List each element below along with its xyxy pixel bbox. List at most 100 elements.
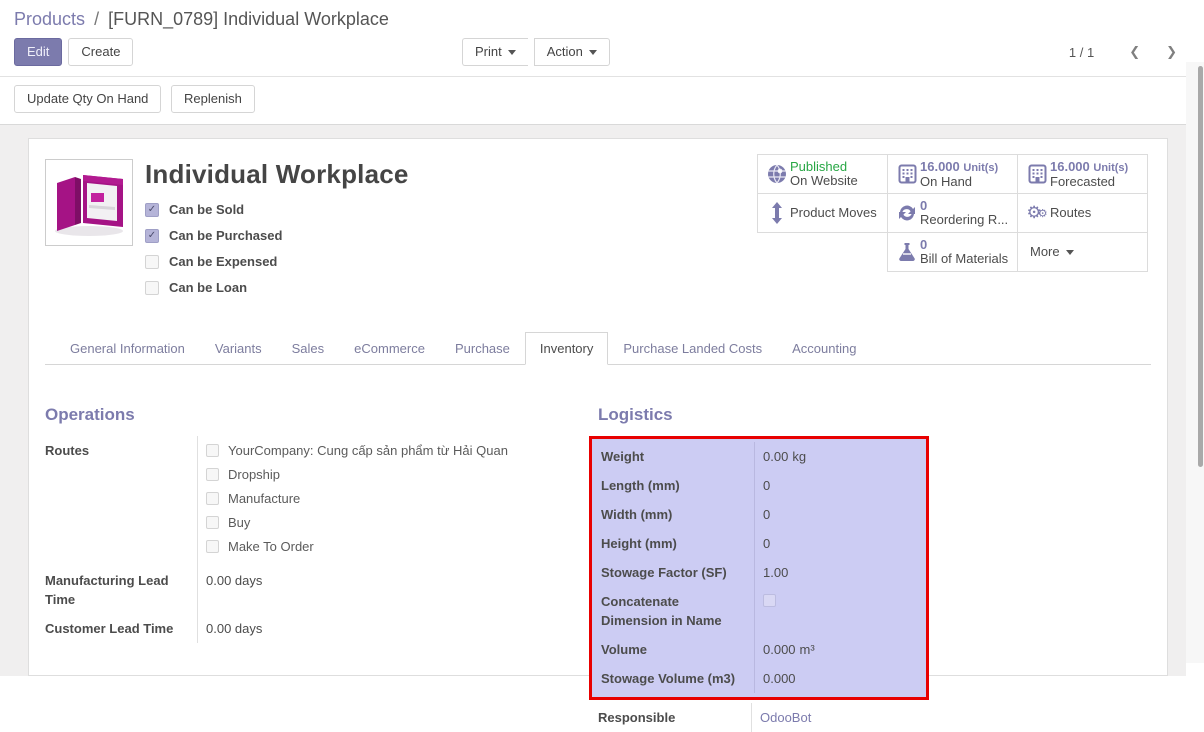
chevron-down-icon <box>1066 250 1074 255</box>
stat-on-website[interactable]: Published On Website <box>757 154 888 194</box>
pager-value: 1 / 1 <box>1069 45 1094 60</box>
product-image[interactable] <box>45 159 133 246</box>
width-field: Width (mm) 0 <box>592 500 926 529</box>
length-value: 0 <box>754 471 926 500</box>
can-be-loan-row: Can be Loan <box>145 280 758 295</box>
arrows-vertical-icon <box>764 202 790 224</box>
flag-label: Can be Loan <box>169 280 247 295</box>
control-panel: Products / [FURN_0789] Individual Workpl… <box>0 0 1204 125</box>
flag-label: Can be Sold <box>169 202 244 217</box>
breadcrumb-products-link[interactable]: Products <box>14 9 85 29</box>
manufacturing-lead-time-value: 0.00 days <box>197 566 598 614</box>
tab-ecommerce[interactable]: eCommerce <box>339 332 440 365</box>
stowage-volume-value: 0.000 <box>754 664 926 693</box>
create-button[interactable]: Create <box>68 38 133 66</box>
refresh-icon <box>894 203 920 223</box>
responsible-value-link[interactable]: OdooBot <box>760 710 811 725</box>
stat-bill-of-materials[interactable]: 0 Bill of Materials <box>887 232 1018 272</box>
replenish-button[interactable]: Replenish <box>171 85 255 113</box>
can-be-sold-checkbox[interactable]: ✓ <box>145 203 159 217</box>
page-title: Individual Workplace <box>145 159 758 190</box>
logistics-heading: Logistics <box>598 405 1151 425</box>
concatenate-dimension-value <box>754 587 926 635</box>
can-be-sold-row: ✓ Can be Sold <box>145 202 758 217</box>
route-option-buy: Buy <box>206 513 598 532</box>
height-field: Height (mm) 0 <box>592 529 926 558</box>
building-icon <box>1024 164 1050 184</box>
stat-routes[interactable]: ⚙⚙ Routes <box>1017 193 1148 233</box>
routes-label: Routes <box>45 436 197 566</box>
can-be-expensed-row: Can be Expensed <box>145 254 758 269</box>
breadcrumb-current: [FURN_0789] Individual Workplace <box>108 9 389 29</box>
building-icon <box>894 164 920 184</box>
stat-buttons: Published On Website 16.000 Unit(s) On H… <box>758 155 1151 306</box>
route-checkbox[interactable] <box>206 540 219 553</box>
stat-product-moves[interactable]: Product Moves <box>757 193 888 233</box>
stat-reordering-rules[interactable]: 0 Reordering R... <box>887 193 1018 233</box>
can-be-expensed-checkbox[interactable] <box>145 255 159 269</box>
workplace-booth-illustration <box>49 163 129 241</box>
tab-purchase-landed-costs[interactable]: Purchase Landed Costs <box>608 332 777 365</box>
concatenate-dimension-checkbox[interactable] <box>763 594 776 607</box>
width-value: 0 <box>754 500 926 529</box>
route-option-manufacture: Manufacture <box>206 489 598 508</box>
route-option-yourcompany: YourCompany: Cung cấp sản phẩm từ Hải Qu… <box>206 441 598 460</box>
action-dropdown[interactable]: Action <box>534 38 610 66</box>
globe-icon <box>764 164 790 184</box>
stowage-volume-field: Stowage Volume (m3) 0.000 <box>592 664 926 693</box>
can-be-purchased-checkbox[interactable]: ✓ <box>145 229 159 243</box>
vertical-scrollbar[interactable] <box>1186 62 1204 663</box>
scrollbar-thumb[interactable] <box>1198 66 1203 467</box>
chevron-down-icon <box>508 50 516 55</box>
customer-lead-time-field: Customer Lead Time 0.00 days <box>45 614 598 643</box>
manufacturing-lead-time-field: Manufacturing Lead Time 0.00 days <box>45 566 598 614</box>
customer-lead-time-value: 0.00 days <box>197 614 598 643</box>
pager-prev-icon[interactable]: ❮ <box>1116 44 1153 60</box>
update-qty-on-hand-button[interactable]: Update Qty On Hand <box>14 85 161 113</box>
route-checkbox[interactable] <box>206 444 219 457</box>
published-status: Published <box>790 160 847 174</box>
stat-on-hand[interactable]: 16.000 Unit(s) On Hand <box>887 154 1018 194</box>
height-value: 0 <box>754 529 926 558</box>
can-be-loan-checkbox[interactable] <box>145 281 159 295</box>
pager-next-icon[interactable]: ❯ <box>1153 44 1190 60</box>
tab-purchase[interactable]: Purchase <box>440 332 525 365</box>
pager: 1 / 1 ❮ ❯ <box>1069 44 1190 60</box>
route-option-make-to-order: Make To Order <box>206 537 598 556</box>
routes-field: Routes YourCompany: Cung cấp sản phẩm từ… <box>45 436 598 566</box>
concatenate-dimension-field: Concatenate Dimension in Name <box>592 587 926 635</box>
length-field: Length (mm) 0 <box>592 471 926 500</box>
flag-label: Can be Expensed <box>169 254 277 269</box>
print-dropdown[interactable]: Print <box>462 38 528 66</box>
print-action-group: Print Action <box>462 38 610 66</box>
stowage-factor-field: Stowage Factor (SF) 1.00 <box>592 558 926 587</box>
weight-value: 0.00kg <box>754 442 926 471</box>
logistics-highlight-box: Weight 0.00kg Length (mm) 0 Width (mm) 0… <box>589 436 929 700</box>
stowage-factor-value: 1.00 <box>754 558 926 587</box>
route-checkbox[interactable] <box>206 468 219 481</box>
tab-inventory[interactable]: Inventory <box>525 332 608 365</box>
stat-more-dropdown[interactable]: More <box>1017 232 1148 272</box>
route-checkbox[interactable] <box>206 516 219 529</box>
stat-forecasted[interactable]: 16.000 Unit(s) Forecasted <box>1017 154 1148 194</box>
tab-sales[interactable]: Sales <box>277 332 340 365</box>
route-option-dropship: Dropship <box>206 465 598 484</box>
chevron-down-icon <box>589 50 597 55</box>
flag-label: Can be Purchased <box>169 228 282 243</box>
product-form-sheet: Individual Workplace ✓ Can be Sold ✓ Can… <box>28 138 1168 676</box>
tab-accounting[interactable]: Accounting <box>777 332 871 365</box>
breadcrumb: Products / [FURN_0789] Individual Workpl… <box>14 9 1188 30</box>
tab-variants[interactable]: Variants <box>200 332 277 365</box>
responsible-field: Responsible OdooBot <box>589 703 929 732</box>
edit-button[interactable]: Edit <box>14 38 62 66</box>
can-be-purchased-row: ✓ Can be Purchased <box>145 228 758 243</box>
flask-icon <box>894 242 920 262</box>
route-checkbox[interactable] <box>206 492 219 505</box>
tab-general-information[interactable]: General Information <box>55 332 200 365</box>
operations-heading: Operations <box>45 405 598 425</box>
stat-empty-cell <box>757 232 888 272</box>
notebook-tabs: General Information Variants Sales eComm… <box>45 332 1151 365</box>
breadcrumb-separator: / <box>90 9 103 29</box>
weight-field: Weight 0.00kg <box>592 442 926 471</box>
form-view-background: Individual Workplace ✓ Can be Sold ✓ Can… <box>0 125 1186 676</box>
